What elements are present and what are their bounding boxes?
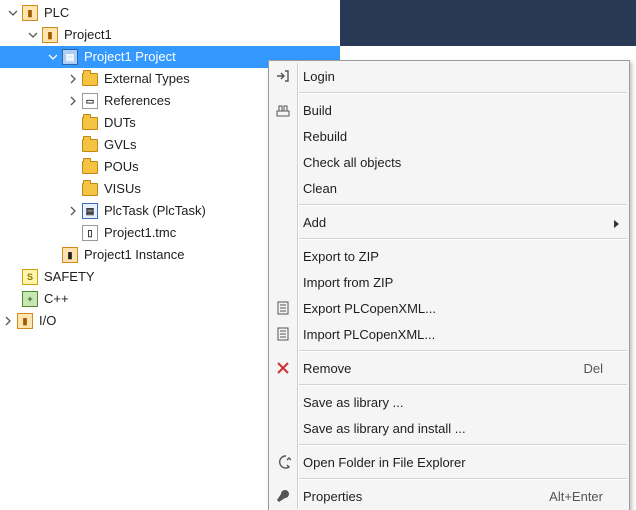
node-label: C++ bbox=[42, 288, 71, 310]
menu-label: Export PLCopenXML... bbox=[303, 301, 603, 316]
menu-separator bbox=[299, 204, 627, 206]
node-label: Project1 Project bbox=[82, 46, 178, 68]
node-label: Project1 bbox=[62, 24, 114, 46]
context-menu: Login Build Rebuild Check all objects Cl… bbox=[268, 60, 630, 510]
menu-separator bbox=[299, 350, 627, 352]
menu-label: Clean bbox=[303, 181, 603, 196]
file-icon: ▯ bbox=[82, 225, 98, 241]
instance-icon: ▮ bbox=[62, 247, 78, 263]
references-icon: ▭ bbox=[82, 93, 98, 109]
menu-import-zip[interactable]: Import from ZIP bbox=[269, 269, 629, 295]
menu-label: Save as library ... bbox=[303, 395, 603, 410]
expand-icon[interactable] bbox=[66, 94, 80, 108]
node-label: External Types bbox=[102, 68, 192, 90]
menu-save-as-library[interactable]: Save as library ... bbox=[269, 389, 629, 415]
menu-export-zip[interactable]: Export to ZIP bbox=[269, 243, 629, 269]
node-label: GVLs bbox=[102, 134, 139, 156]
node-label: SAFETY bbox=[42, 266, 97, 288]
menu-label: Import PLCopenXML... bbox=[303, 327, 603, 342]
plc-icon: ▮ bbox=[22, 5, 38, 21]
menu-properties[interactable]: Properties Alt+Enter bbox=[269, 483, 629, 509]
menu-export-plcopenxml[interactable]: Export PLCopenXML... bbox=[269, 295, 629, 321]
menu-label: Export to ZIP bbox=[303, 249, 603, 264]
menu-label: Rebuild bbox=[303, 129, 603, 144]
collapse-icon[interactable] bbox=[26, 28, 40, 42]
login-icon bbox=[273, 66, 293, 86]
safety-icon: S bbox=[22, 269, 38, 285]
cpp-icon: + bbox=[22, 291, 38, 307]
io-icon: ▮ bbox=[17, 313, 33, 329]
export-xml-icon bbox=[273, 298, 293, 318]
folder-icon bbox=[82, 159, 98, 175]
menu-clean[interactable]: Clean bbox=[269, 175, 629, 201]
menu-label: Check all objects bbox=[303, 155, 603, 170]
menu-import-plcopenxml[interactable]: Import PLCopenXML... bbox=[269, 321, 629, 347]
menu-separator bbox=[299, 478, 627, 480]
menu-shortcut: Del bbox=[571, 361, 603, 376]
menu-remove[interactable]: Remove Del bbox=[269, 355, 629, 381]
menu-label: Import from ZIP bbox=[303, 275, 603, 290]
menu-label: Open Folder in File Explorer bbox=[303, 455, 603, 470]
properties-icon bbox=[273, 486, 293, 506]
menu-separator bbox=[299, 238, 627, 240]
import-xml-icon bbox=[273, 324, 293, 344]
menu-label: Login bbox=[303, 69, 603, 84]
node-label: I/O bbox=[37, 310, 58, 332]
folder-icon bbox=[82, 137, 98, 153]
node-label: VISUs bbox=[102, 178, 143, 200]
menu-check-all-objects[interactable]: Check all objects bbox=[269, 149, 629, 175]
node-label: Project1.tmc bbox=[102, 222, 178, 244]
menu-separator bbox=[299, 384, 627, 386]
expand-icon[interactable] bbox=[1, 314, 15, 328]
menu-add[interactable]: Add bbox=[269, 209, 629, 235]
folder-icon bbox=[82, 115, 98, 131]
expand-icon[interactable] bbox=[66, 72, 80, 86]
node-label: POUs bbox=[102, 156, 141, 178]
folder-icon bbox=[82, 71, 98, 87]
node-label: References bbox=[102, 90, 172, 112]
tree-node-plc[interactable]: ▮ PLC bbox=[0, 2, 340, 24]
tree-node-project1[interactable]: ▮ Project1 bbox=[0, 24, 340, 46]
menu-login[interactable]: Login bbox=[269, 63, 629, 89]
node-label: DUTs bbox=[102, 112, 138, 134]
menu-label: Save as library and install ... bbox=[303, 421, 603, 436]
menu-label: Remove bbox=[303, 361, 571, 376]
open-folder-icon bbox=[273, 452, 293, 472]
expand-icon[interactable] bbox=[66, 204, 80, 218]
submenu-arrow-icon bbox=[613, 217, 621, 232]
node-label: PlcTask (PlcTask) bbox=[102, 200, 208, 222]
project-icon: ▮ bbox=[42, 27, 58, 43]
menu-save-as-library-install[interactable]: Save as library and install ... bbox=[269, 415, 629, 441]
menu-open-folder[interactable]: Open Folder in File Explorer bbox=[269, 449, 629, 475]
node-label: Project1 Instance bbox=[82, 244, 186, 266]
task-icon: ▤ bbox=[82, 203, 98, 219]
collapse-icon[interactable] bbox=[6, 6, 20, 20]
menu-label: Add bbox=[303, 215, 603, 230]
menu-label: Build bbox=[303, 103, 603, 118]
menu-label: Properties bbox=[303, 489, 537, 504]
collapse-icon[interactable] bbox=[46, 50, 60, 64]
menu-separator bbox=[299, 444, 627, 446]
menu-separator bbox=[299, 92, 627, 94]
menu-shortcut: Alt+Enter bbox=[537, 489, 603, 504]
folder-icon bbox=[82, 181, 98, 197]
plc-project-icon: ▤ bbox=[62, 49, 78, 65]
editor-pane bbox=[340, 0, 636, 46]
node-label: PLC bbox=[42, 2, 71, 24]
menu-build[interactable]: Build bbox=[269, 97, 629, 123]
menu-rebuild[interactable]: Rebuild bbox=[269, 123, 629, 149]
build-icon bbox=[273, 100, 293, 120]
remove-icon bbox=[273, 358, 293, 378]
